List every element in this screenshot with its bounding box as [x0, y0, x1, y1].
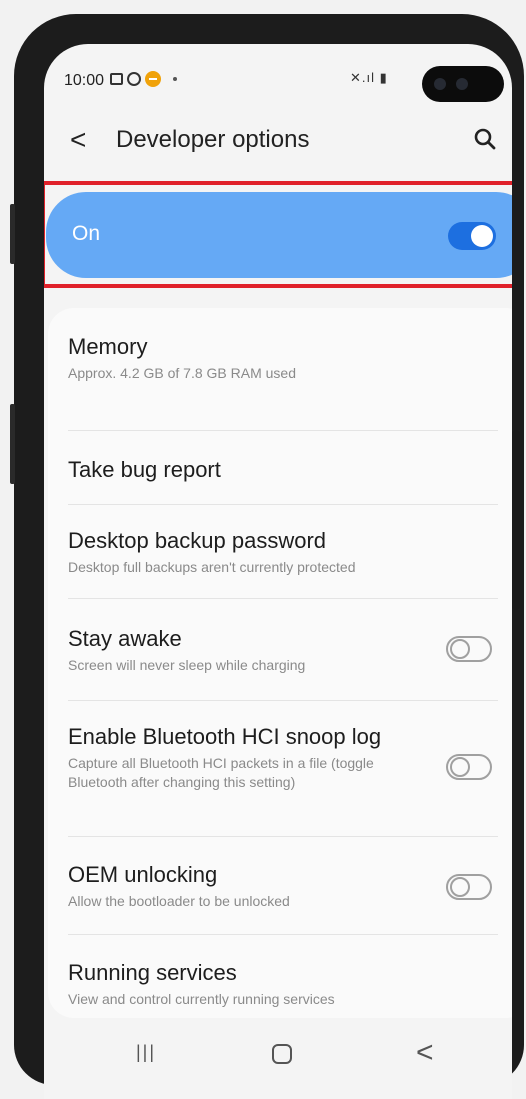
home-icon[interactable] [272, 1044, 292, 1064]
divider [68, 430, 498, 431]
toggle-knob [471, 225, 493, 247]
setting-subtitle: Approx. 4.2 GB of 7.8 GB RAM used [68, 365, 296, 381]
search-icon[interactable] [472, 126, 498, 152]
setting-subtitle: View and control currently running servi… [68, 991, 335, 1007]
settings-list: Memory Approx. 4.2 GB of 7.8 GB RAM used… [48, 308, 512, 1018]
developer-options-master-switch[interactable]: On [46, 192, 512, 278]
setting-subtitle: Allow the bootloader to be unlocked [68, 893, 290, 909]
volume-button [10, 204, 15, 264]
divider [68, 504, 498, 505]
divider [68, 934, 498, 935]
scrollbar[interactable] [512, 430, 520, 610]
recent-apps-icon[interactable]: ||| [136, 1042, 156, 1063]
camera-lens-icon [456, 78, 468, 90]
stay-awake-toggle[interactable] [446, 636, 492, 662]
setting-oem-unlocking[interactable]: OEM unlocking Allow the bootloader to be… [68, 862, 502, 911]
oem-unlocking-toggle[interactable] [446, 874, 492, 900]
notification-icons [110, 71, 177, 87]
divider [68, 700, 498, 701]
setting-running-services[interactable]: Running services View and control curren… [68, 960, 502, 1009]
setting-subtitle: Desktop full backups aren't currently pr… [68, 559, 356, 575]
back-arrow-icon[interactable]: < [70, 124, 86, 156]
setting-title: Take bug report [68, 457, 221, 482]
bixby-button [10, 404, 15, 484]
setting-bluetooth-hci-snoop-log[interactable]: Enable Bluetooth HCI snoop log Capture a… [68, 724, 502, 792]
status-bar: 10:00 ✕.ıl ▮ [44, 44, 512, 114]
setting-subtitle: Capture all Bluetooth HCI packets in a f… [68, 755, 374, 790]
divider [68, 598, 498, 599]
setting-subtitle: Screen will never sleep while charging [68, 657, 306, 673]
setting-title: Running services [68, 960, 237, 985]
page-title: Developer options [116, 126, 310, 153]
setting-stay-awake[interactable]: Stay awake Screen will never sleep while… [68, 626, 502, 675]
gallery-icon [110, 73, 123, 85]
setting-take-bug-report[interactable]: Take bug report [68, 457, 502, 483]
bluetooth-hci-snoop-toggle[interactable] [446, 754, 492, 780]
setting-title: Desktop backup password [68, 528, 327, 553]
setting-desktop-backup-password[interactable]: Desktop backup password Desktop full bac… [68, 528, 502, 577]
navigation-bar: ||| < [44, 1034, 512, 1094]
back-icon[interactable]: < [416, 1036, 434, 1070]
sync-icon [127, 72, 141, 86]
status-time: 10:00 [64, 72, 105, 89]
camera-lens-icon [434, 78, 446, 90]
master-switch-label: On [72, 222, 101, 245]
setting-title: OEM unlocking [68, 862, 218, 887]
toggle-knob [450, 757, 470, 777]
setting-title: Stay awake [68, 626, 182, 651]
setting-title: Memory [68, 334, 148, 359]
toggle-knob [450, 877, 470, 897]
setting-memory[interactable]: Memory Approx. 4.2 GB of 7.8 GB RAM used [68, 334, 502, 383]
more-notifications-icon [173, 77, 177, 81]
master-toggle[interactable] [448, 222, 496, 250]
toggle-knob [450, 639, 470, 659]
do-not-disturb-icon [145, 71, 161, 87]
phone-frame: 10:00 ✕.ıl ▮ < Developer options On Memo… [10, 14, 524, 1099]
app-bar: < Developer options [44, 120, 512, 164]
setting-title: Enable Bluetooth HCI snoop log [68, 724, 382, 749]
status-icons-right: ✕.ıl ▮ [350, 70, 388, 85]
phone-screen: 10:00 ✕.ıl ▮ < Developer options On Memo… [44, 44, 512, 1099]
divider [68, 836, 498, 837]
front-camera [422, 66, 504, 102]
